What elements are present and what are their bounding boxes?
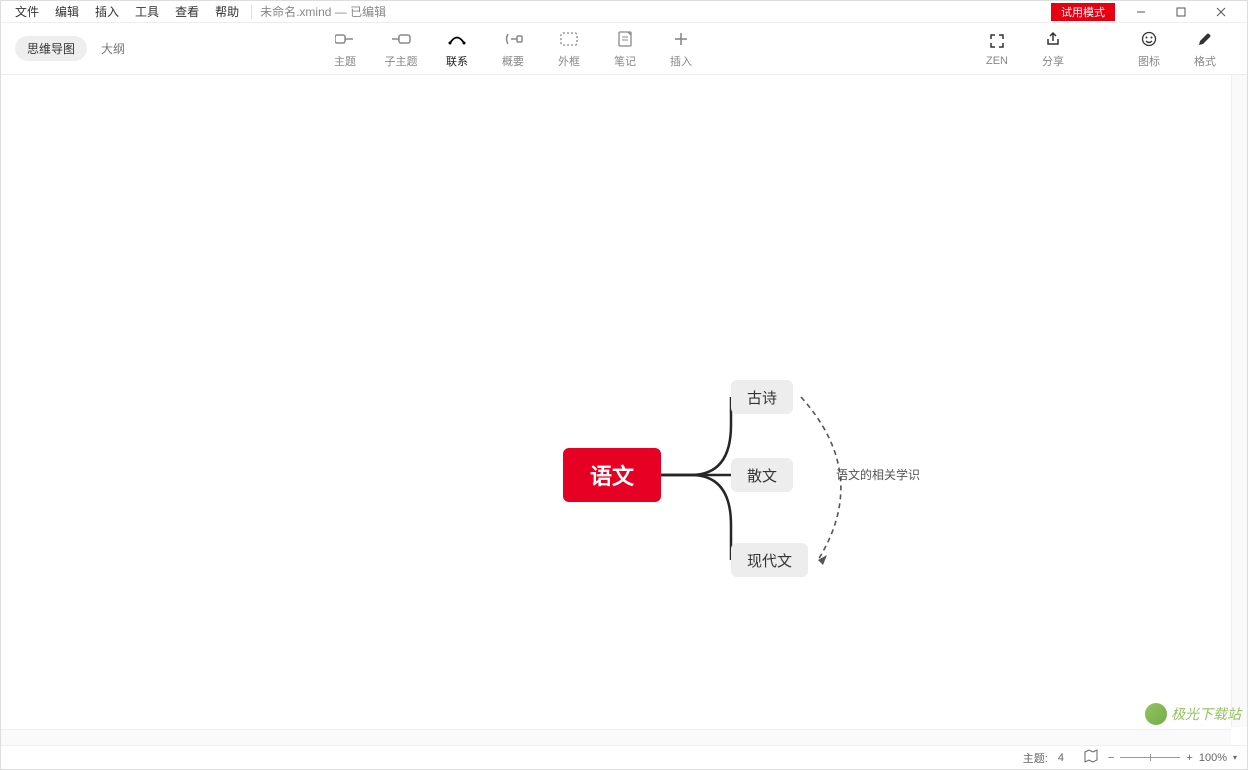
note-icon <box>615 29 635 49</box>
subtopic-2[interactable]: 散文 <box>731 458 793 492</box>
menu-help[interactable]: 帮助 <box>207 3 247 20</box>
topic-icon <box>335 29 355 49</box>
tool-format-label: 格式 <box>1194 53 1216 69</box>
insert-icon <box>671 29 691 49</box>
summary-icon <box>503 29 523 49</box>
zoom-control: − + 100% ▾ <box>1108 752 1237 764</box>
window-minimize-button[interactable] <box>1121 2 1161 22</box>
format-icon <box>1195 29 1215 49</box>
relationship-label[interactable]: 语文的相关学识 <box>836 466 920 483</box>
document-title: 未命名.xmind — 已编辑 <box>256 3 386 20</box>
tool-subtopic[interactable]: 子主题 <box>373 29 429 69</box>
tool-zen-label: ZEN <box>986 55 1008 67</box>
tool-share[interactable]: 分享 <box>1025 29 1081 69</box>
status-topic-label: 主题: <box>1023 750 1048 766</box>
mindmap-connectors <box>1 75 1247 745</box>
tool-summary-label: 概要 <box>502 53 524 69</box>
tool-boundary-label: 外框 <box>558 53 580 69</box>
horizontal-scrollbar[interactable] <box>1 729 1231 745</box>
menubar: 文件 编辑 插入 工具 查看 帮助 未命名.xmind — 已编辑 试用模式 <box>1 1 1247 23</box>
tool-icons[interactable]: 图标 <box>1121 29 1177 69</box>
view-outline-tab[interactable]: 大纲 <box>89 36 137 61</box>
toolbar-right-group: ZEN 分享 图标 格式 <box>969 29 1247 69</box>
menu-insert[interactable]: 插入 <box>87 3 127 20</box>
status-topic-count: 4 <box>1058 752 1064 764</box>
menu-view[interactable]: 查看 <box>167 3 207 20</box>
subtopic-3[interactable]: 现代文 <box>731 543 808 577</box>
tool-summary[interactable]: 概要 <box>485 29 541 69</box>
statusbar: 主题: 4 − + 100% ▾ <box>1 745 1247 769</box>
tool-boundary[interactable]: 外框 <box>541 29 597 69</box>
canvas[interactable]: 语文 古诗 散文 现代文 语文的相关学识 极光下载站 <box>1 75 1247 745</box>
menu-edit[interactable]: 编辑 <box>47 3 87 20</box>
watermark: 极光下载站 <box>1145 703 1241 725</box>
toolbar-main-group: 主题 子主题 联系 概要 外框 笔记 <box>317 29 709 69</box>
zoom-in-button[interactable]: + <box>1186 752 1192 764</box>
toolbar: 思维导图 大纲 主题 子主题 联系 概要 外框 <box>1 23 1247 75</box>
subtopic-icon <box>391 29 411 49</box>
zen-icon <box>987 31 1007 51</box>
menu-tools[interactable]: 工具 <box>127 3 167 20</box>
central-topic[interactable]: 语文 <box>563 448 661 502</box>
share-icon <box>1043 29 1063 49</box>
tool-relationship-label: 联系 <box>446 53 468 69</box>
zoom-out-button[interactable]: − <box>1108 752 1114 764</box>
view-switch: 思维导图 大纲 <box>15 36 137 61</box>
watermark-globe-icon <box>1145 703 1167 725</box>
zoom-slider[interactable] <box>1120 757 1180 758</box>
tool-insert[interactable]: 插入 <box>653 29 709 69</box>
vertical-scrollbar[interactable] <box>1231 75 1247 727</box>
watermark-text: 极光下载站 <box>1171 704 1241 724</box>
window-close-button[interactable] <box>1201 2 1241 22</box>
smiley-icon <box>1139 29 1159 49</box>
tool-share-label: 分享 <box>1042 53 1064 69</box>
window-maximize-button[interactable] <box>1161 2 1201 22</box>
tool-insert-label: 插入 <box>670 53 692 69</box>
zoom-dropdown-icon[interactable]: ▾ <box>1233 753 1237 762</box>
boundary-icon <box>559 29 579 49</box>
tool-zen[interactable]: ZEN <box>969 31 1025 67</box>
menu-file[interactable]: 文件 <box>7 3 47 20</box>
tool-icons-label: 图标 <box>1138 53 1160 69</box>
view-mindmap-tab[interactable]: 思维导图 <box>15 36 87 61</box>
tool-relationship[interactable]: 联系 <box>429 29 485 69</box>
tool-topic-label: 主题 <box>334 53 356 69</box>
map-overview-icon[interactable] <box>1084 749 1098 766</box>
zoom-level[interactable]: 100% <box>1199 752 1227 764</box>
tool-note[interactable]: 笔记 <box>597 29 653 69</box>
trial-mode-badge[interactable]: 试用模式 <box>1051 3 1115 21</box>
app-window: 文件 编辑 插入 工具 查看 帮助 未命名.xmind — 已编辑 试用模式 思… <box>0 0 1248 770</box>
tool-topic[interactable]: 主题 <box>317 29 373 69</box>
tool-note-label: 笔记 <box>614 53 636 69</box>
menu-divider <box>251 5 252 19</box>
tool-format[interactable]: 格式 <box>1177 29 1233 69</box>
subtopic-1[interactable]: 古诗 <box>731 380 793 414</box>
tool-subtopic-label: 子主题 <box>385 53 418 69</box>
relationship-icon <box>447 29 467 49</box>
